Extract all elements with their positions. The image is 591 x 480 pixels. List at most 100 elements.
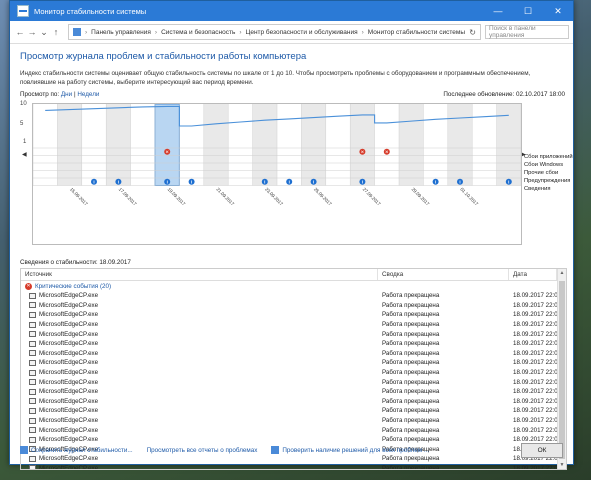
day-column (374, 104, 399, 186)
search-input[interactable]: Поиск в панели управления (485, 25, 569, 39)
footer: Сохранить журнал стабильности... Просмот… (10, 436, 573, 464)
day-column (228, 104, 253, 186)
cell-date: 18.09.2017 22:01 (513, 464, 557, 470)
table-row[interactable]: MicrosoftEdgeCP.exe Работа прекращена 18.0… (21, 406, 566, 416)
cell-summary: Работа прекращена (382, 349, 440, 357)
back-button[interactable]: ← (14, 27, 26, 37)
cell-summary: Работа прекращена (382, 397, 440, 405)
cell-source: MicrosoftEdgeCP.exe (21, 427, 378, 434)
table-row[interactable]: MicrosoftEdgeCP.exe Работа прекращена 18.0… (21, 349, 566, 359)
day-column (130, 104, 155, 186)
breadcrumb-system-security[interactable]: Система и безопасность (161, 29, 235, 36)
info-i-glyph: i (167, 179, 168, 184)
check-solutions-link[interactable]: Проверить наличие решений для всех пробл… (271, 446, 429, 454)
column-source[interactable]: Источник (21, 269, 378, 280)
column-summary[interactable]: Сводка (378, 269, 509, 280)
stability-monitor-window: Монитор стабильности системы — ☐ ✕ ← → ⌄… (9, 0, 574, 470)
cell-source: MicrosoftEdgeCP.exe (21, 311, 378, 318)
table-row[interactable]: MicrosoftEdgeCP.exe Работа прекращена 18.0… (21, 464, 566, 470)
day-column (399, 104, 424, 186)
source-text: MicrosoftEdgeCP.exe (39, 417, 99, 425)
x-tick-label: 21.09.2017 (215, 187, 235, 207)
table-row[interactable]: MicrosoftEdgeCP.exe Работа прекращена 18.0… (21, 416, 566, 426)
table-row[interactable]: MicrosoftEdgeCP.exe Работа прекращена 18.0… (21, 301, 566, 311)
info-i-glyph: i (508, 179, 509, 184)
chart-legend: Сбои приложений Сбои Windows Прочие сбои… (524, 153, 573, 193)
save-history-label: Сохранить журнал стабильности... (31, 446, 133, 454)
recent-locations-button[interactable]: ⌄ (38, 27, 50, 38)
cell-summary: Работа прекращена (382, 321, 440, 329)
forward-button[interactable]: → (26, 27, 38, 37)
table-row[interactable]: MicrosoftEdgeCP.exe Работа прекращена 18.0… (21, 377, 566, 387)
application-icon (29, 388, 36, 395)
day-column (301, 104, 326, 186)
breadcrumb-security-maintenance[interactable]: Центр безопасности и обслуживания (246, 29, 358, 36)
scroll-left-arrow[interactable]: ◀ (22, 151, 27, 158)
stability-graph[interactable]: ✕ ✕ ✕ i i i i i i i i i i i 15.09.2017 17.09.2017 19.09.… (32, 103, 522, 245)
x-tick-label: 01.10.2017 (459, 187, 479, 207)
x-tick-label: 23.09.2017 (264, 187, 284, 207)
window-title: Монитор стабильности системы (34, 6, 147, 16)
up-button[interactable]: ↑ (50, 27, 62, 37)
maximize-button[interactable]: ☐ (513, 1, 543, 21)
day-column (350, 104, 375, 186)
breadcrumb-separator: › (239, 28, 242, 36)
table-row[interactable]: MicrosoftEdgeCP.exe Работа прекращена 18.0… (21, 397, 566, 407)
table-row[interactable]: MicrosoftEdgeCP.exe Работа прекращена 18.0… (21, 291, 566, 301)
error-icon: ✕ (25, 282, 32, 290)
view-days-link[interactable]: Дни (61, 91, 72, 98)
table-row[interactable]: MicrosoftEdgeCP.exe Работа прекращена 18.0… (21, 339, 566, 349)
critical-events-group[interactable]: ✕ Критические события (20) (21, 281, 566, 291)
table-header: Источник Сводка Дата (21, 269, 566, 281)
close-button[interactable]: ✕ (543, 1, 573, 21)
table-row[interactable]: MicrosoftEdgeCP.exe Работа прекращена 18.0… (21, 425, 566, 435)
cell-date: 18.09.2017 22:01 (513, 369, 557, 377)
info-i-glyph: i (313, 179, 314, 184)
cell-source: MicrosoftEdgeCP.exe (21, 464, 378, 470)
cell-date: 18.09.2017 22:01 (513, 378, 557, 386)
day-column (81, 104, 107, 186)
scrollbar-thumb[interactable] (559, 281, 565, 459)
table-row[interactable]: MicrosoftEdgeCP.exe Работа прекращена 18.0… (21, 310, 566, 320)
x-tick-label: 15.09.2017 (69, 187, 89, 207)
view-weeks-link[interactable]: Недели (77, 91, 99, 98)
breadcrumb-reliability-monitor[interactable]: Монитор стабильности системы (368, 29, 465, 36)
application-icon (29, 340, 36, 347)
address-bar[interactable]: › Панель управления › Система и безопасн… (68, 24, 481, 40)
cell-summary: Работа прекращена (382, 311, 440, 319)
refresh-button[interactable]: ↻ (469, 28, 480, 37)
source-text: MicrosoftEdgeCP.exe (39, 369, 99, 377)
view-all-reports-link[interactable]: Просмотреть все отчеты о проблемах (147, 447, 258, 454)
day-column (179, 104, 204, 186)
table-row[interactable]: MicrosoftEdgeCP.exe Работа прекращена 18.0… (21, 368, 566, 378)
ok-button[interactable]: ОК (521, 442, 563, 458)
day-column (57, 104, 82, 186)
table-row[interactable]: MicrosoftEdgeCP.exe Работа прекращена 18.0… (21, 358, 566, 368)
table-row[interactable]: MicrosoftEdgeCP.exe Работа прекращена 18.0… (21, 387, 566, 397)
cell-date: 18.09.2017 22:01 (513, 330, 557, 338)
source-text: MicrosoftEdgeCP.exe (39, 359, 99, 367)
table-row[interactable]: MicrosoftEdgeCP.exe Работа прекращена 18.0… (21, 329, 566, 339)
save-history-link[interactable]: Сохранить журнал стабильности... (20, 446, 133, 454)
source-text: MicrosoftEdgeCP.exe (39, 464, 99, 470)
cell-summary: Работа прекращена (382, 292, 440, 300)
address-bar-row: ← → ⌄ ↑ › Панель управления › Система и … (10, 21, 573, 44)
cell-date: 18.09.2017 22:01 (513, 321, 557, 329)
source-text: MicrosoftEdgeCP.exe (39, 340, 99, 348)
cell-source: MicrosoftEdgeCP.exe (21, 417, 378, 424)
cell-date: 18.09.2017 22:01 (513, 292, 557, 300)
x-tick-label: 27.09.2017 (362, 187, 382, 207)
day-column (106, 104, 131, 186)
scroll-up-icon[interactable]: ▲ (558, 270, 566, 276)
table-row[interactable]: MicrosoftEdgeCP.exe Работа прекращена 18.0… (21, 320, 566, 330)
error-x-glyph: ✕ (385, 149, 389, 154)
minimize-button[interactable]: — (483, 1, 513, 21)
shield-icon (271, 446, 280, 454)
x-tick-label: 29.09.2017 (410, 187, 430, 207)
column-date[interactable]: Дата (509, 269, 557, 280)
info-i-glyph: i (289, 179, 290, 184)
breadcrumb-control-panel[interactable]: Панель управления (91, 29, 151, 36)
group-label: Критические события (20) (35, 282, 112, 290)
y-tick-label: 10 (20, 101, 27, 107)
day-column (447, 104, 473, 186)
